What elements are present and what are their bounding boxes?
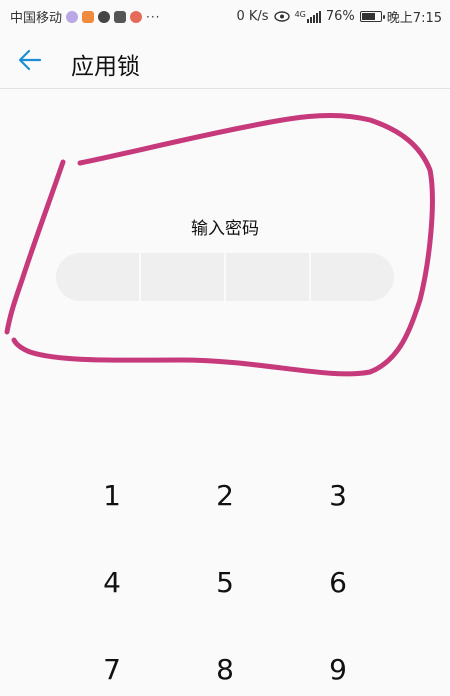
key-7[interactable]: 7: [62, 629, 162, 696]
key-1[interactable]: 1: [62, 455, 162, 535]
key-2[interactable]: 2: [175, 455, 275, 535]
clock: 晚上7:15: [386, 11, 442, 26]
pin-digit-slot: [224, 253, 309, 301]
pin-digit-slot: [309, 253, 394, 301]
key-6[interactable]: 6: [288, 542, 388, 622]
key-5[interactable]: 5: [175, 542, 275, 622]
notification-app-icon-5: [130, 10, 143, 23]
key-8[interactable]: 8: [175, 629, 275, 696]
signal-icon: [306, 10, 321, 23]
key-3[interactable]: 3: [288, 455, 388, 535]
net-speed: 0 K/s: [236, 9, 269, 24]
pin-digit-slot: [56, 253, 139, 301]
notification-app-icon-2: [82, 10, 95, 23]
status-bar-left: 中国移动 ···: [10, 7, 161, 27]
network-type: 4G: [294, 9, 306, 19]
page-title: 应用锁: [71, 54, 140, 80]
notification-app-icon-3: [98, 10, 111, 23]
pin-input[interactable]: [56, 253, 394, 301]
battery-icon: [359, 11, 385, 22]
eye-icon: [273, 11, 290, 22]
back-button[interactable]: [16, 46, 52, 76]
pin-digit-slot: [139, 253, 224, 301]
pin-prompt: 输入密码: [191, 219, 259, 239]
notification-app-icon-4: [114, 10, 127, 23]
battery-percent: 76%: [325, 9, 355, 24]
key-4[interactable]: 4: [62, 542, 162, 622]
title-bar: 应用锁: [0, 32, 450, 89]
key-9[interactable]: 9: [288, 629, 388, 696]
carrier-label: 中国移动: [10, 11, 63, 26]
more-notifications-icon: ···: [146, 9, 161, 24]
status-bar-right: 0 K/s 4G 76% 晚上7:15: [237, 7, 443, 26]
notification-app-icon-1: [66, 10, 79, 23]
app-lock-screen: 中国移动 ··· 0 K/s 4G 76% 晚上7:15 应用锁 输入密码 1 …: [0, 0, 450, 696]
arrow-left-icon: [18, 49, 42, 71]
status-bar: 中国移动 ··· 0 K/s 4G 76% 晚上7:15: [0, 0, 450, 32]
battery-level: [361, 13, 375, 20]
